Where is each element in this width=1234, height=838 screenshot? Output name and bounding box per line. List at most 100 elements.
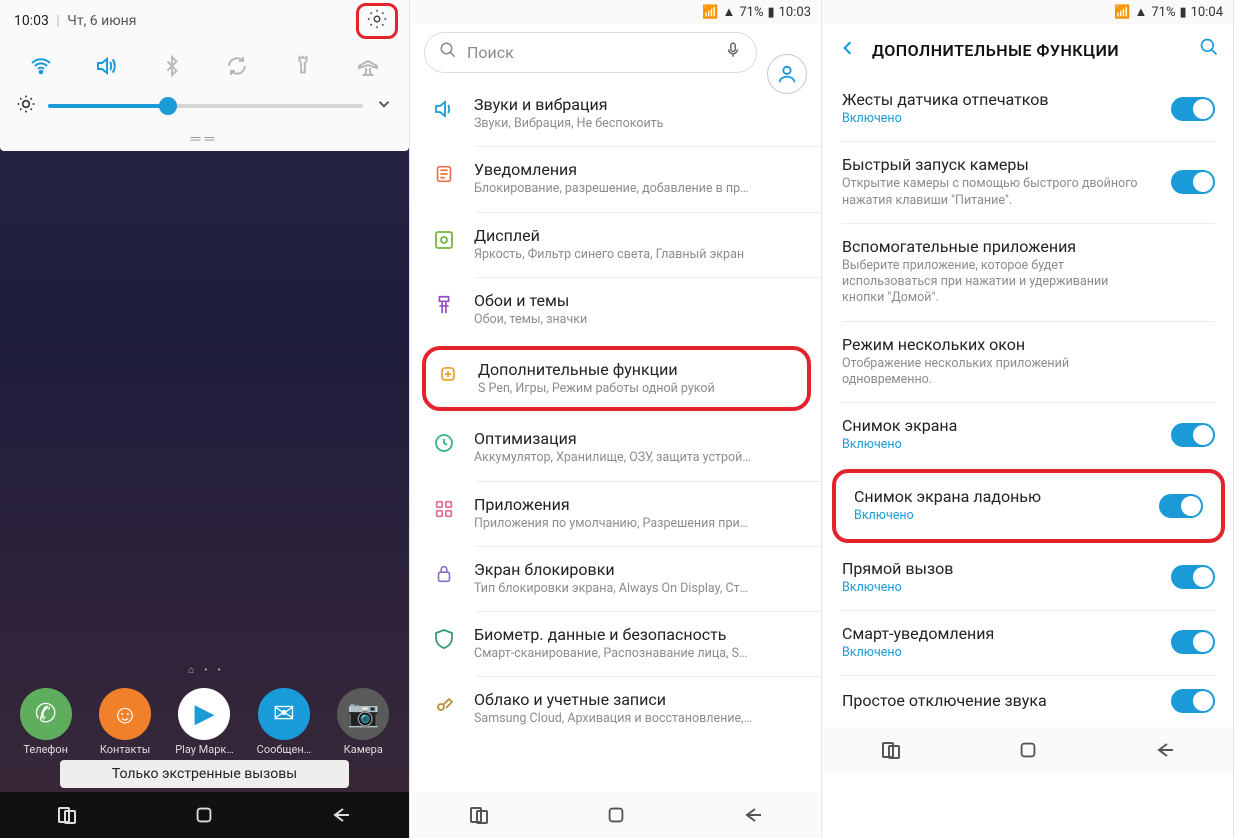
- wifi-status-icon: 📶: [702, 5, 718, 20]
- toggle-switch[interactable]: [1171, 423, 1215, 447]
- chevron-down-icon[interactable]: [375, 95, 393, 117]
- settings-row-subtitle: Тип блокировки экрана, Always On Display…: [474, 581, 748, 597]
- feature-row[interactable]: Быстрый запуск камерыОткрытие камеры с п…: [824, 141, 1233, 223]
- settings-row-display[interactable]: ДисплейЯркость, Фильтр синего света, Гла…: [412, 212, 821, 277]
- toggle-switch[interactable]: [1171, 689, 1215, 713]
- shade-handle-icon[interactable]: ══: [0, 130, 409, 151]
- notification-shade: 10:03 | Чт, 6 июня: [0, 0, 409, 151]
- status-bar: 📶 ▲ 71% ▮ 10:03: [412, 0, 821, 24]
- settings-row-text: Биометр. данные и безопасностьСмарт-скан…: [474, 625, 747, 662]
- back-button[interactable]: [730, 800, 776, 830]
- advanced-features-list[interactable]: Жесты датчика отпечатковВключеноБыстрый …: [824, 76, 1233, 727]
- settings-row-lock[interactable]: Экран блокировкиТип блокировки экрана, A…: [412, 546, 821, 611]
- recents-button[interactable]: [45, 800, 91, 830]
- settings-list[interactable]: Звуки и вибрацияЗвуки, Вибрация, Не бесп…: [412, 81, 821, 792]
- dock-app-play[interactable]: ▶Play Марк…: [168, 688, 240, 756]
- navigation-bar: [0, 792, 409, 838]
- settings-row-text: Дополнительные функцииS Pen, Игры, Режим…: [478, 360, 715, 397]
- settings-row-themes[interactable]: Обои и темыОбои, темы, значки: [412, 277, 821, 342]
- settings-row-opt[interactable]: ОптимизацияАккумулятор, Хранилище, ОЗУ, …: [412, 415, 821, 480]
- feature-subtitle: Отображение нескольких приложений одновр…: [842, 356, 1142, 389]
- settings-row-title: Звуки и вибрация: [474, 95, 663, 114]
- status-time: 10:04: [1191, 5, 1223, 20]
- settings-row-subtitle: Аккумулятор, Хранилище, ОЗУ, защита устр…: [474, 450, 751, 466]
- brightness-slider[interactable]: [48, 104, 363, 108]
- settings-row-title: Обои и темы: [474, 291, 587, 310]
- feature-subtitle: Включено: [842, 111, 1142, 127]
- dock-app-messages[interactable]: ✉Сообщен…: [248, 688, 320, 756]
- settings-row-notif[interactable]: УведомленияБлокирование, разрешение, доб…: [412, 146, 821, 211]
- home-button[interactable]: [181, 800, 227, 830]
- sound-icon[interactable]: [92, 52, 120, 80]
- settings-row-adv[interactable]: Дополнительные функцииS Pen, Игры, Режим…: [422, 346, 811, 411]
- dock-app-phone[interactable]: ✆ Телефон: [10, 688, 82, 756]
- signal-icon: ▲: [1134, 4, 1147, 20]
- settings-row-subtitle: Яркость, Фильтр синего света, Главный эк…: [474, 247, 744, 263]
- search-icon[interactable]: [1199, 37, 1219, 63]
- toggle-switch[interactable]: [1159, 494, 1203, 518]
- toggle-switch[interactable]: [1171, 565, 1215, 589]
- home-button[interactable]: [1005, 735, 1051, 765]
- battery-icon: ▮: [1179, 5, 1186, 20]
- adv-icon: [434, 360, 462, 388]
- feature-text: Прямой вызовВключено: [842, 559, 1157, 596]
- phone-icon: ✆: [20, 688, 72, 740]
- dock-app-camera[interactable]: 📷Камера: [327, 688, 399, 756]
- settings-row-text: ДисплейЯркость, Фильтр синего света, Гла…: [474, 226, 744, 263]
- search-icon: [439, 41, 457, 64]
- feature-subtitle: Включено: [842, 645, 1142, 661]
- feature-title: Быстрый запуск камеры: [842, 155, 1157, 174]
- gear-icon[interactable]: [366, 8, 388, 34]
- recents-button[interactable]: [869, 735, 915, 765]
- feature-row[interactable]: Вспомогательные приложенияВыберите прило…: [824, 223, 1233, 321]
- wifi-icon[interactable]: [27, 52, 55, 80]
- settings-row-bio[interactable]: Биометр. данные и безопасностьСмарт-скан…: [412, 611, 821, 676]
- settings-row-sound[interactable]: Звуки и вибрацияЗвуки, Вибрация, Не бесп…: [412, 81, 821, 146]
- feature-row[interactable]: Прямой вызовВключено: [824, 545, 1233, 610]
- toggle-switch[interactable]: [1171, 170, 1215, 194]
- opt-icon: [430, 429, 458, 457]
- home-button[interactable]: [593, 800, 639, 830]
- settings-row-apps[interactable]: ПриложенияПриложения по умолчанию, Разре…: [412, 481, 821, 546]
- settings-row-title: Биометр. данные и безопасность: [474, 625, 747, 644]
- back-chevron-icon[interactable]: [838, 36, 858, 64]
- search-area: Поиск: [412, 24, 821, 81]
- flashlight-icon[interactable]: [289, 52, 317, 80]
- recents-button[interactable]: [457, 800, 503, 830]
- dock-app-contacts[interactable]: ☺Контакты: [89, 688, 161, 756]
- themes-icon: [430, 291, 458, 319]
- toggle-switch[interactable]: [1171, 97, 1215, 121]
- back-button[interactable]: [1142, 735, 1188, 765]
- settings-row-text: Экран блокировкиТип блокировки экрана, A…: [474, 560, 748, 597]
- settings-row-subtitle: Блокирование, разрешение, добавление в п…: [474, 181, 748, 197]
- bluetooth-icon[interactable]: [158, 52, 186, 80]
- mic-icon[interactable]: [724, 41, 742, 64]
- wifi-status-icon: 📶: [1114, 5, 1130, 20]
- feature-text: Снимок экрана Включено: [842, 416, 1157, 453]
- feature-subtitle: Включено: [842, 437, 1142, 453]
- feature-text: Снимок экрана ладоньюВключено: [854, 487, 1145, 524]
- search-input[interactable]: Поиск: [424, 32, 757, 73]
- phone-panel-notification-shade: 10:03 | Чт, 6 июня: [0, 0, 410, 838]
- navigation-bar: [824, 727, 1233, 773]
- feature-row[interactable]: Смарт-уведомленияВключено: [824, 610, 1233, 675]
- feature-text: Режим нескольких оконОтображение несколь…: [842, 335, 1215, 389]
- home-indicator-icon: ⌂: [188, 665, 194, 676]
- feature-row[interactable]: Жесты датчика отпечатковВключено: [824, 76, 1233, 141]
- airplane-icon[interactable]: [354, 52, 382, 80]
- dock-app-label: Телефон: [23, 743, 68, 756]
- feature-row[interactable]: Снимок экрана ладоньюВключено: [832, 469, 1225, 542]
- back-button[interactable]: [318, 800, 364, 830]
- toggle-switch[interactable]: [1171, 630, 1215, 654]
- status-time: 10:03: [779, 5, 811, 20]
- settings-row-cloud[interactable]: Облако и учетные записиSamsung Cloud, Ар…: [412, 676, 821, 741]
- feature-row[interactable]: Режим нескольких оконОтображение несколь…: [824, 321, 1233, 403]
- feature-subtitle: Выберите приложение, которое будет испол…: [842, 258, 1142, 307]
- feature-row[interactable]: Снимок экрана Включено: [824, 402, 1233, 467]
- feature-title: Снимок экрана: [842, 416, 1157, 435]
- settings-row-title: Облако и учетные записи: [474, 690, 752, 709]
- rotate-icon[interactable]: [223, 52, 251, 80]
- dock-app-label: Play Марк…: [175, 743, 234, 756]
- feature-row[interactable]: Простое отключение звука: [824, 675, 1233, 727]
- dock-app-label: Сообщен…: [257, 743, 311, 756]
